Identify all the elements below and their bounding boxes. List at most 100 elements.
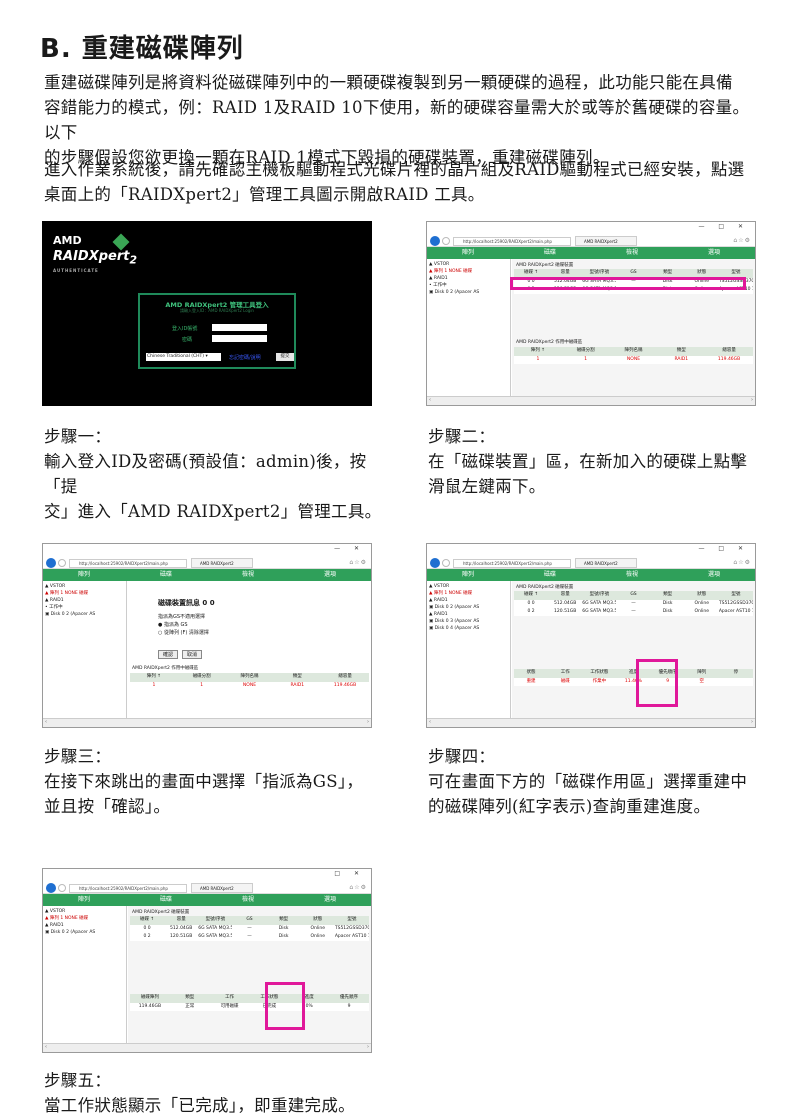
tree-item[interactable]: ▣ Disk 0 2 (Apacer AS <box>45 929 124 936</box>
table-row[interactable]: 0 2120.51GB6G SATA MQ3.550—DiskOnlineApa… <box>130 933 369 941</box>
tree-item[interactable]: ▲ 陣列 1 NONE 磁碟 <box>45 590 124 597</box>
window-controls[interactable]: — □ ✕ <box>698 545 749 552</box>
horizontal-scrollbar[interactable]: ‹ › <box>43 718 371 727</box>
window-controls[interactable]: — □ ✕ <box>698 223 749 230</box>
tree-item[interactable]: • 工作中 <box>45 604 124 611</box>
option-assign-gs[interactable]: ● 指派為 GS <box>158 621 188 628</box>
horizontal-scrollbar[interactable]: ‹ › <box>43 1043 371 1052</box>
menu-options[interactable]: 選項 <box>289 894 371 906</box>
ok-button[interactable]: 確認 <box>158 650 178 659</box>
main-pane: AMD RAIDXpert2 磁碟裝置 磁碟 ↑ 容量 型號/序號 GS 類型 狀態 型號 … <box>512 581 755 718</box>
tree-item[interactable]: ▲ 陣列 1 NONE 磁碟 <box>45 915 124 922</box>
menu-disk[interactable]: 磁碟 <box>125 894 207 906</box>
table-row[interactable]: 119.46GB 正常 可用磁碟 已完成 0% 9 <box>130 1003 369 1011</box>
table-row[interactable]: 0 0512.04GB6G SATA MQ3.550—DiskOnlineTS5… <box>514 600 753 608</box>
toolbar-icons[interactable]: ⌂☆⚙ <box>733 559 751 566</box>
forgot-password-link[interactable]: 忘記密碼/說明 <box>229 354 261 361</box>
address-bar[interactable]: http://localhost:25902/RAIDXpert2/main.p… <box>69 559 187 568</box>
tree-item[interactable]: ▲ RAID1 <box>45 597 124 604</box>
highlight-box <box>510 277 746 290</box>
step5-caption: 步驟五： 當工作狀態顯示「已完成」，即重建完成。 <box>44 1071 355 1115</box>
back-icon[interactable] <box>46 883 56 893</box>
tree-item[interactable]: ▲ RAID1 <box>429 597 508 604</box>
menu-array[interactable]: 陣列 <box>427 569 509 581</box>
tree-item[interactable]: ▣ Disk 0 4 (Apacer AS <box>429 625 508 632</box>
tree-item[interactable]: ▲ VSTOR <box>45 908 124 915</box>
tree-item[interactable]: ▣ Disk 0 2 (Apacer AS <box>45 611 124 618</box>
login-id-input[interactable] <box>212 324 267 331</box>
browser-tab[interactable]: AMD RAIDXpert2 <box>191 883 253 893</box>
tree-item[interactable]: • 工作中 <box>429 282 508 289</box>
horizontal-scrollbar[interactable]: ‹ › <box>427 718 755 727</box>
menu-options[interactable]: 選項 <box>289 569 371 581</box>
disk-panel-title: AMD RAIDXpert2 磁碟裝置 <box>516 585 574 590</box>
tree-item[interactable]: ▲ VSTOR <box>45 583 124 590</box>
menu-options[interactable]: 選項 <box>673 569 755 581</box>
window-controls[interactable]: — ✕ <box>334 545 365 552</box>
login-password-input[interactable] <box>212 335 267 342</box>
table-row[interactable]: 0 2120.51GB6G SATA MQ3.550—DiskOnlineApa… <box>514 608 753 616</box>
tree-item[interactable]: ▲ VSTOR <box>429 583 508 590</box>
table-row[interactable]: 重建 磁碟 作業中 11.46% 9 空 <box>514 678 753 686</box>
menu-view[interactable]: 檢視 <box>207 894 289 906</box>
language-select[interactable]: Chinese Traditional (CHT) ▾ <box>146 353 221 361</box>
back-icon[interactable] <box>430 236 440 246</box>
window-controls[interactable]: □ ✕ <box>334 870 365 877</box>
toolbar-icons[interactable]: ⌂☆⚙ <box>349 559 367 566</box>
forward-icon[interactable] <box>442 237 450 245</box>
step4-caption: 步驟四： 可在畫面下方的「磁碟作用區」選擇重建中 的磁碟陣列(紅字表示)查詢重建… <box>428 747 748 816</box>
menu-array[interactable]: 陣列 <box>43 894 125 906</box>
browser-tab[interactable]: AMD RAIDXpert2 <box>575 558 637 568</box>
menu-view[interactable]: 檢視 <box>591 569 673 581</box>
tree-item[interactable]: ▲ RAID1 <box>429 611 508 618</box>
step2-caption: 步驟二： 在「磁碟裝置」區，在新加入的硬碟上點擊 滑鼠左鍵兩下。 <box>428 427 748 496</box>
menu-array[interactable]: 陣列 <box>427 247 509 259</box>
menu-view[interactable]: 檢視 <box>207 569 289 581</box>
app-menu: 陣列 磁碟 檢視 選項 <box>43 894 371 906</box>
horizontal-scrollbar[interactable]: ‹ › <box>427 396 755 405</box>
forward-icon[interactable] <box>442 559 450 567</box>
menu-disk[interactable]: 磁碟 <box>125 569 207 581</box>
menu-disk[interactable]: 磁碟 <box>509 247 591 259</box>
submit-button[interactable]: 提交 <box>276 353 294 361</box>
table-row[interactable]: 0 0512.04GB6G SATA MQ3.550—DiskOnlineTS5… <box>130 925 369 933</box>
tree-item[interactable]: ▲ 陣列 1 NONE 磁碟 <box>429 590 508 597</box>
back-icon[interactable] <box>46 558 56 568</box>
main-pane: AMD RAIDXpert2 磁碟裝置 磁碟 ↑ 容量 型號/序號 GS 類型 狀態 型號 … <box>128 906 371 1043</box>
address-bar[interactable]: http://localhost:25902/RAIDXpert2/main.p… <box>69 884 187 893</box>
main-pane: 磁碟裝置訊息 0 0 指派為GS不適用選擇 ● 指派為 GS ○ 從陣列 (F)… <box>128 581 371 718</box>
table-row[interactable]: 1 1 NONE RAID1 119.46GB <box>130 682 369 690</box>
address-bar[interactable]: http://localhost:25902/RAIDXpert2/main.p… <box>453 237 571 246</box>
disk-table: 磁碟 ↑ 容量 型號/序號 GS 類型 狀態 型號 0 0 512.04GB 6G SATA M… <box>130 916 369 941</box>
cancel-button[interactable]: 取消 <box>182 650 202 659</box>
tree-item[interactable]: ▲ 陣列 1 NONE 磁碟 <box>429 268 508 275</box>
tree-item[interactable]: ▣ Disk 0 2 (Apacer AS <box>429 289 508 296</box>
menu-disk[interactable]: 磁碟 <box>509 569 591 581</box>
main-pane: AMD RAIDXpert2 磁碟裝置 磁碟 ↑ 容量 型號/序號 GS 類型 狀態 型號 … <box>510 259 755 396</box>
menu-options[interactable]: 選項 <box>673 247 755 259</box>
disk-panel-title: AMD RAIDXpert2 磁碟裝置 <box>132 910 190 915</box>
menu-view[interactable]: 檢視 <box>591 247 673 259</box>
login-subtitle: 請輸入登入ID：AMD RAIDXpert2 Login <box>180 308 254 313</box>
tree-item[interactable]: ▲ RAID1 <box>45 922 124 929</box>
option-clear-array[interactable]: ○ 從陣列 (F) 清除選擇 <box>158 629 209 636</box>
forward-icon[interactable] <box>58 559 66 567</box>
browser-tab[interactable]: AMD RAIDXpert2 <box>575 236 637 246</box>
device-tree: ▲ VSTOR ▲ 陣列 1 NONE 磁碟 ▲ RAID1 ▣ Disk 0 … <box>427 581 511 718</box>
rebuild-complete-screenshot: □ ✕ http://localhost:25902/RAIDXpert2/ma… <box>42 868 372 1053</box>
back-icon[interactable] <box>430 558 440 568</box>
disk-list-screenshot: — □ ✕ http://localhost:25902/RAIDXpert2/… <box>426 221 756 406</box>
tree-item[interactable]: ▣ Disk 0 2 (Apacer AS <box>429 604 508 611</box>
toolbar-icons[interactable]: ⌂☆⚙ <box>349 884 367 891</box>
menu-array[interactable]: 陣列 <box>43 569 125 581</box>
toolbar-icons[interactable]: ⌂☆⚙ <box>733 237 751 244</box>
login-dialog: AMD RAIDXpert2 管理工具登入 請輸入登入ID：AMD RAIDXp… <box>138 293 296 369</box>
tree-item[interactable]: ▲ VSTOR <box>429 261 508 268</box>
forward-icon[interactable] <box>58 884 66 892</box>
intro-line: 重建磁碟陣列是將資料從磁碟陣列中的一顆硬碟複製到另一顆硬碟的過程，此功能只能在具… <box>44 73 733 92</box>
tree-item[interactable]: ▲ RAID1 <box>429 275 508 282</box>
tree-item[interactable]: ▣ Disk 0 3 (Apacer AS <box>429 618 508 625</box>
table-row[interactable]: 1 1 NONE RAID1 119.46GB <box>514 356 753 364</box>
browser-tab[interactable]: AMD RAIDXpert2 <box>191 558 253 568</box>
address-bar[interactable]: http://localhost:25902/RAIDXpert2/main.p… <box>453 559 571 568</box>
